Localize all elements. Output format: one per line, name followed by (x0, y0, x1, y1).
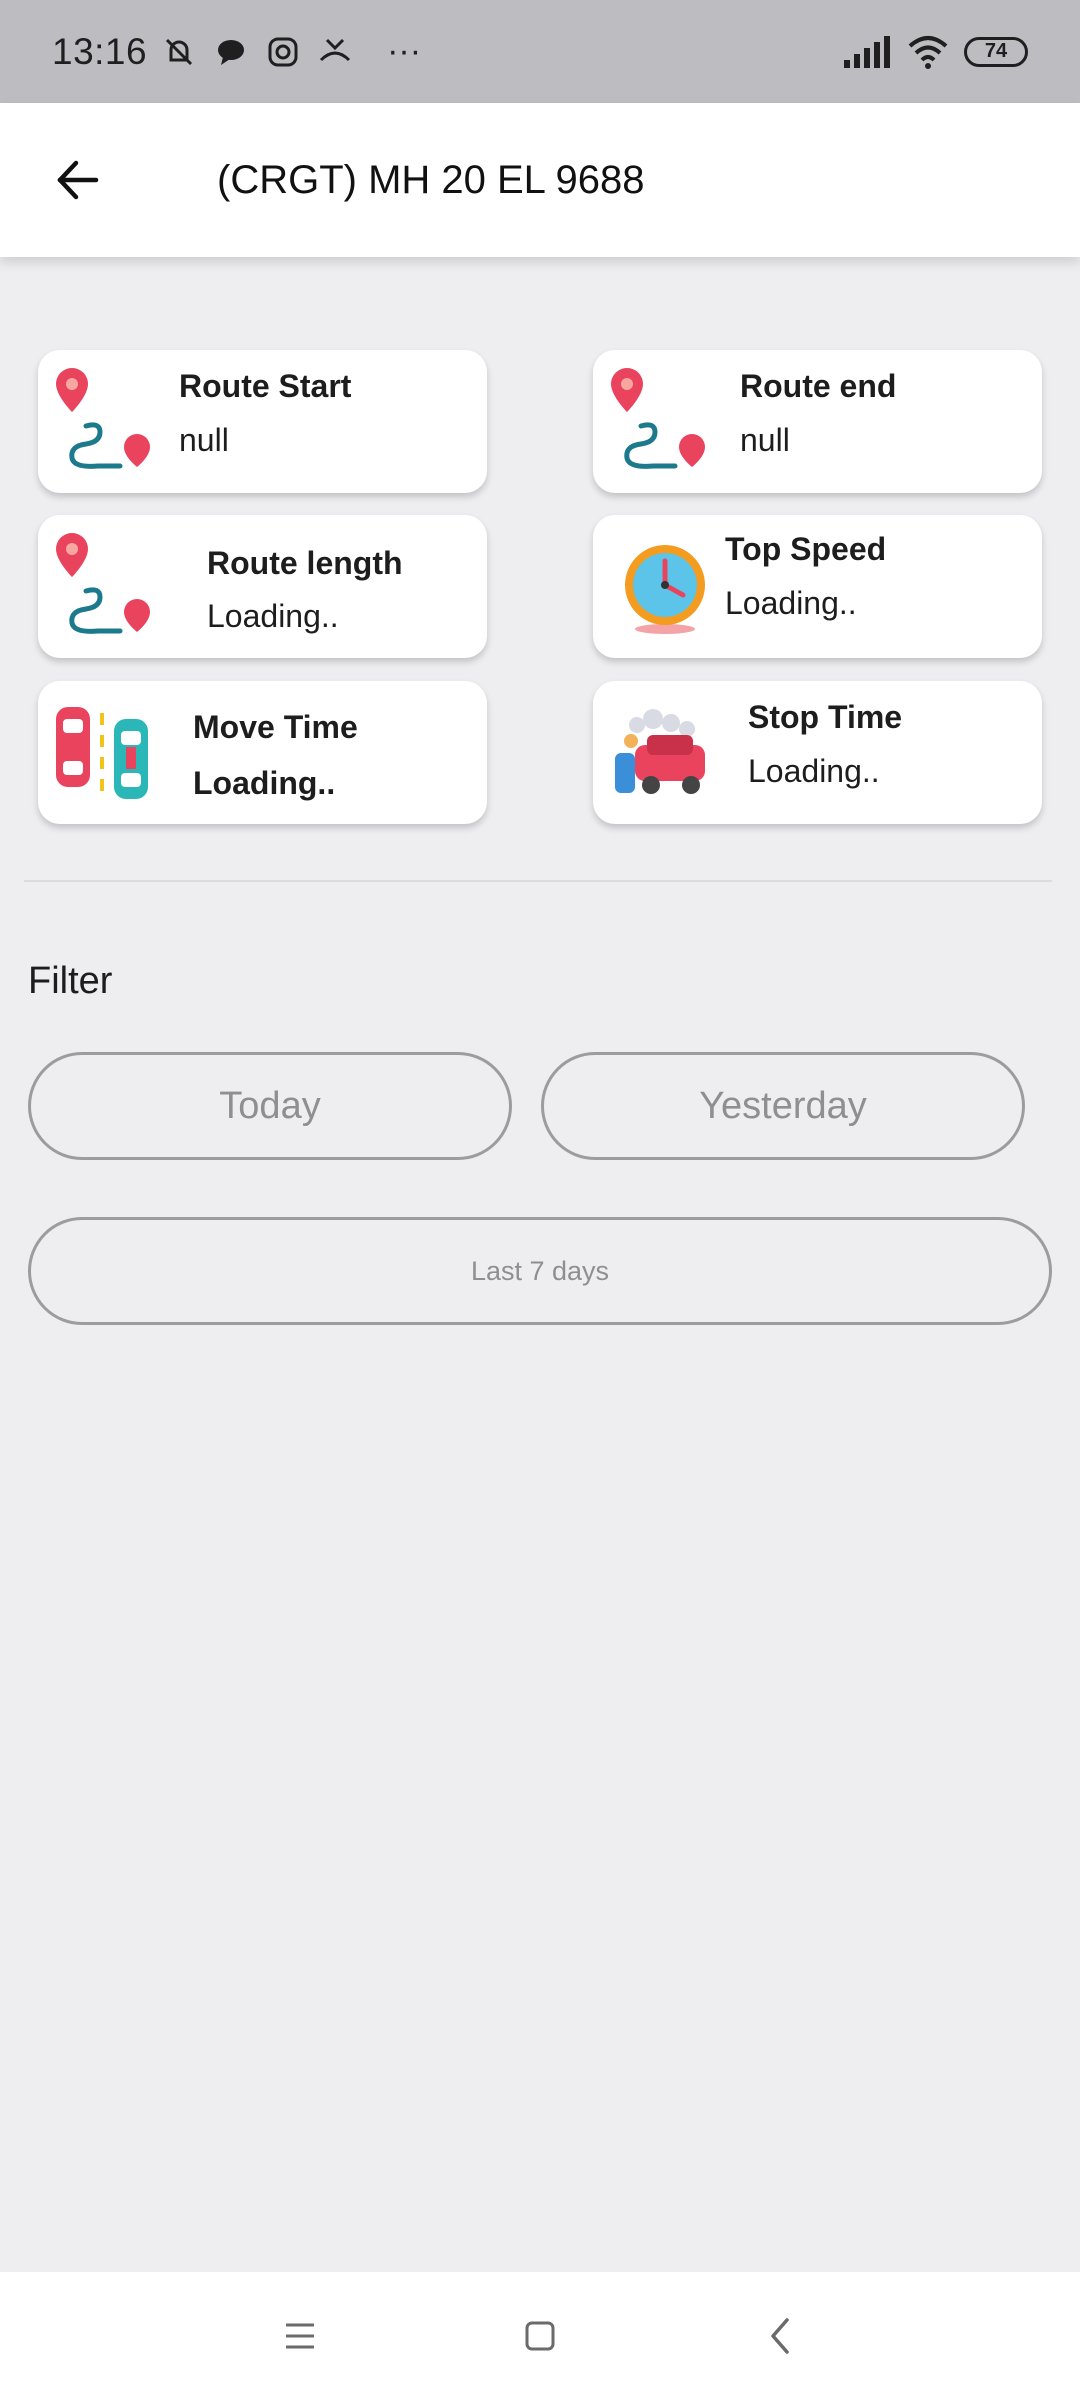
signal-icon (844, 35, 890, 68)
battery-level: 74 (984, 40, 1008, 62)
card-label: Move Time (193, 709, 358, 745)
chevron-left-icon (771, 2318, 789, 2354)
route-pin-icon (56, 533, 150, 634)
status-time: 13:16 (52, 30, 148, 72)
menu-icon (286, 2323, 314, 2349)
card-value: Loading.. (193, 765, 336, 801)
more-dots-icon: ··· (387, 32, 422, 70)
back-button[interactable] (22, 125, 132, 235)
clock-icon (625, 545, 705, 634)
filter-today-label: Today (219, 1084, 321, 1127)
card-label: Route end (740, 368, 897, 404)
filter-yesterday-label: Yesterday (699, 1084, 867, 1127)
filter-last7-button[interactable]: Last 7 days (28, 1217, 1052, 1325)
page-title: (CRGT) MH 20 EL 9688 (217, 157, 645, 202)
card-label: Top Speed (725, 531, 887, 567)
nav-back-button[interactable] (750, 2306, 810, 2366)
nav-home-button[interactable] (510, 2306, 570, 2366)
section-divider (24, 880, 1052, 882)
card-move-time[interactable]: Move Time Loading.. (38, 681, 487, 824)
card-top-speed[interactable]: Top Speed Loading.. (593, 515, 1042, 658)
filter-last7-label: Last 7 days (470, 1255, 610, 1286)
card-stop-time[interactable]: Stop Time Loading.. (593, 681, 1042, 824)
card-route-start[interactable]: Route Start null (38, 350, 487, 493)
muted-bell-icon (166, 38, 193, 65)
card-value: Loading.. (748, 753, 880, 789)
chat-bubble-icon (218, 39, 245, 65)
wifi-icon (908, 35, 948, 69)
status-bar: 13:16 ··· 74 (0, 0, 1080, 103)
card-route-length[interactable]: Route length Loading.. (38, 515, 487, 658)
card-label: Stop Time (748, 699, 903, 735)
card-value: null (179, 422, 229, 458)
app-bar: (CRGT) MH 20 EL 9688 (0, 103, 1080, 257)
card-label: Route length (207, 545, 403, 581)
system-nav-bar (0, 2272, 1080, 2400)
filter-today-button[interactable]: Today (28, 1052, 512, 1160)
instagram-icon (268, 37, 298, 66)
filter-yesterday-button[interactable]: Yesterday (541, 1052, 1025, 1160)
card-route-end[interactable]: Route end null (593, 350, 1042, 493)
car-wash-icon (615, 709, 705, 794)
missed-call-icon (320, 38, 351, 61)
card-label: Route Start (179, 368, 352, 404)
battery-icon: 74 (964, 36, 1028, 67)
home-square-icon (525, 2321, 555, 2351)
route-pin-icon (611, 368, 705, 469)
arrow-left-icon (57, 160, 99, 200)
card-value: Loading.. (207, 598, 339, 634)
card-value: Loading.. (725, 585, 857, 621)
route-pin-icon (56, 368, 150, 469)
card-value: null (740, 422, 790, 458)
cars-road-icon (56, 707, 148, 799)
filter-label: Filter (28, 960, 113, 1002)
nav-menu-button[interactable] (270, 2306, 330, 2366)
